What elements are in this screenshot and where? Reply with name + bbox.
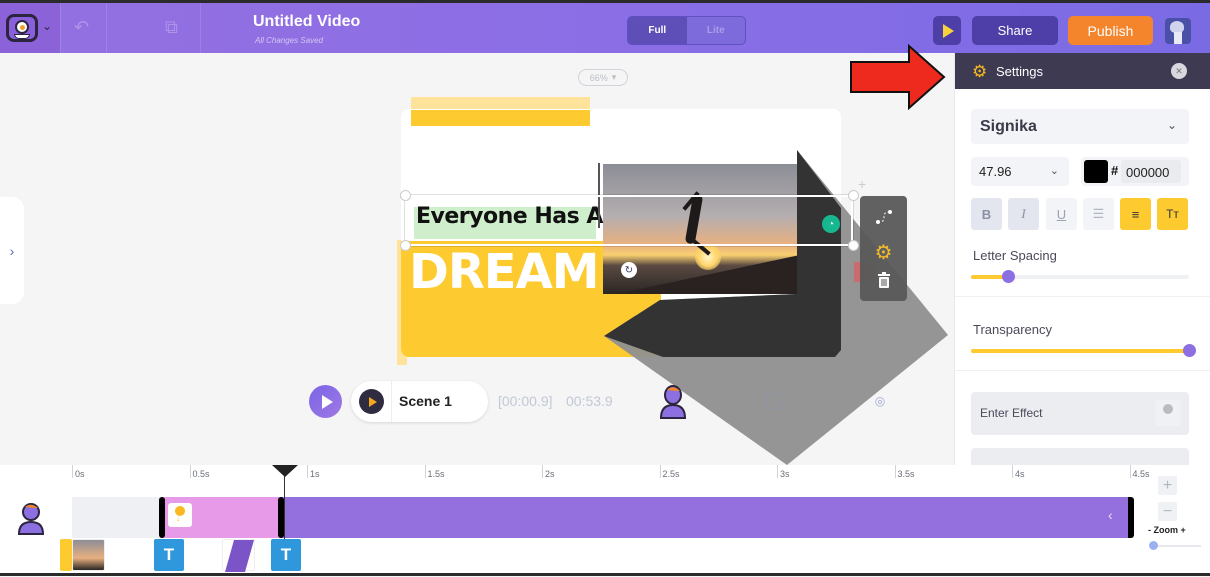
divider bbox=[955, 370, 1210, 371]
enter-effect-label: Enter Effect bbox=[980, 406, 1043, 420]
divider bbox=[955, 296, 1210, 297]
exit-effect-button[interactable] bbox=[971, 448, 1189, 465]
color-hex-input[interactable]: 000000 bbox=[1126, 165, 1169, 180]
align-left-button[interactable]: ≡ bbox=[1120, 198, 1151, 230]
timeline-tick bbox=[659, 465, 661, 478]
resize-handle[interactable] bbox=[848, 240, 859, 251]
transparency-slider[interactable] bbox=[971, 344, 1196, 357]
selection-box[interactable] bbox=[405, 195, 853, 246]
motion-path-icon[interactable] bbox=[860, 208, 907, 226]
timeline-tick-label: 0s bbox=[75, 469, 85, 479]
timeline-tick bbox=[1012, 465, 1013, 478]
image-element-thumb[interactable] bbox=[72, 539, 105, 571]
text-element-dream[interactable]: DREAM bbox=[409, 244, 600, 300]
chevron-down-icon: ⌄ bbox=[1166, 118, 1177, 132]
color-field[interactable]: # 000000 bbox=[1081, 157, 1189, 186]
character-icon[interactable] bbox=[658, 385, 688, 424]
letter-spacing-label: Letter Spacing bbox=[973, 248, 1057, 263]
font-size-value: 47.96 bbox=[979, 164, 1012, 179]
character-segment[interactable] bbox=[281, 497, 1130, 538]
close-icon[interactable]: ✕ bbox=[1171, 63, 1187, 79]
timeline-zoom-label: - Zoom + bbox=[1148, 525, 1186, 535]
enter-effect-icon[interactable] bbox=[168, 503, 192, 527]
timeline-tick-label: 2s bbox=[545, 469, 555, 479]
hash-symbol: # bbox=[1111, 163, 1119, 178]
play-scene-button[interactable] bbox=[359, 389, 384, 414]
enter-effect-button[interactable]: Enter Effect bbox=[971, 392, 1189, 435]
bold-button[interactable]: B bbox=[971, 198, 1002, 230]
element-toolbar: ⚙ bbox=[860, 196, 907, 301]
playhead-handle[interactable] bbox=[271, 465, 298, 477]
color-swatch[interactable] bbox=[1084, 160, 1108, 183]
timeline-tick-label: 1.5s bbox=[427, 469, 445, 479]
text-element-thumb[interactable]: T bbox=[271, 539, 301, 571]
shape-element-thumb[interactable] bbox=[60, 539, 72, 571]
list-button[interactable]: ☰ bbox=[1083, 198, 1114, 230]
timeline-tick-label: 3.5s bbox=[897, 469, 915, 479]
italic-button[interactable]: I bbox=[1008, 198, 1039, 230]
chevron-left-icon[interactable]: ‹ bbox=[1108, 507, 1113, 523]
annotation-arrow-icon bbox=[850, 44, 946, 110]
segment-end-handle[interactable] bbox=[1128, 497, 1134, 538]
timeline-tick bbox=[189, 465, 191, 478]
character-icon[interactable] bbox=[17, 503, 45, 540]
enter-effect-icon bbox=[1155, 400, 1181, 426]
shape-element-thumb[interactable] bbox=[222, 539, 255, 572]
gear-icon[interactable]: ⚙ bbox=[860, 240, 907, 265]
letter-spacing-knob[interactable] bbox=[1002, 270, 1016, 283]
settings-panel: ⚙ Settings ✕ Signika ⌄ 47.96 ⌄ # 000000 … bbox=[954, 53, 1210, 465]
preview-icon[interactable] bbox=[766, 393, 782, 409]
font-family-value: Signika bbox=[980, 118, 1037, 135]
play-icon bbox=[368, 396, 377, 407]
timeline-tick bbox=[307, 465, 308, 478]
settings-header: ⚙ Settings ✕ bbox=[955, 53, 1210, 89]
transparency-knob[interactable] bbox=[1183, 344, 1196, 357]
timeline-tick bbox=[424, 465, 426, 478]
timeline-zoom-out-button[interactable]: − bbox=[1158, 502, 1177, 521]
timeline-tick bbox=[542, 465, 543, 478]
focus-icon[interactable]: ◎ bbox=[872, 393, 888, 409]
play-icon bbox=[321, 394, 333, 409]
segment-handle[interactable] bbox=[159, 497, 165, 538]
grammar-check-icon[interactable]: ◔ bbox=[822, 215, 840, 233]
timeline-tick-label: 0.5s bbox=[192, 469, 210, 479]
text-element-thumb[interactable]: T bbox=[154, 539, 184, 571]
timeline: 0s 0.5s 1s 1.5s 2s 2.5s 3s 3.5s 4s 4.5s ‹ T T + −… bbox=[0, 465, 1210, 573]
font-size-select[interactable]: 47.96 ⌄ bbox=[971, 157, 1069, 186]
gear-icon: ⚙ bbox=[972, 62, 988, 81]
timeline-tick-label: 4.5s bbox=[1132, 469, 1150, 479]
chevron-down-icon: ⌄ bbox=[1049, 165, 1059, 177]
resize-handle[interactable] bbox=[400, 240, 411, 251]
timeline-tick-label: 3s bbox=[780, 469, 790, 479]
scene-label: Scene 1 bbox=[399, 393, 452, 409]
transparency-label: Transparency bbox=[973, 322, 1052, 337]
letter-spacing-slider[interactable] bbox=[971, 270, 1189, 283]
timeline-tick-label: 2.5s bbox=[662, 469, 680, 479]
timeline-zoom-knob[interactable] bbox=[1149, 541, 1158, 550]
timeline-tick bbox=[777, 465, 778, 478]
scene-player[interactable]: Scene 1 bbox=[351, 381, 488, 422]
trash-icon[interactable] bbox=[860, 272, 907, 288]
underline-button[interactable]: U bbox=[1046, 198, 1077, 230]
timeline-zoom-slider[interactable] bbox=[1153, 545, 1201, 547]
timeline-tick-label: 4s bbox=[1015, 469, 1025, 479]
current-time: [00:00.9] bbox=[498, 393, 553, 409]
settings-title: Settings bbox=[996, 64, 1043, 79]
total-time: 00:53.9 bbox=[566, 393, 613, 409]
rotate-icon[interactable]: ↻ bbox=[621, 262, 637, 278]
play-all-button[interactable] bbox=[309, 385, 342, 418]
resize-handle[interactable] bbox=[400, 190, 411, 201]
timeline-tick bbox=[894, 465, 896, 478]
add-icon[interactable]: + bbox=[858, 176, 866, 192]
text-case-button[interactable]: Tт bbox=[1157, 198, 1188, 230]
track-empty bbox=[72, 497, 162, 538]
font-family-select[interactable]: Signika ⌄ bbox=[971, 109, 1189, 144]
timeline-zoom-in-button[interactable]: + bbox=[1158, 476, 1177, 495]
timeline-tick bbox=[72, 465, 73, 478]
timeline-tick bbox=[1129, 465, 1131, 478]
timeline-tick-label: 1s bbox=[310, 469, 320, 479]
